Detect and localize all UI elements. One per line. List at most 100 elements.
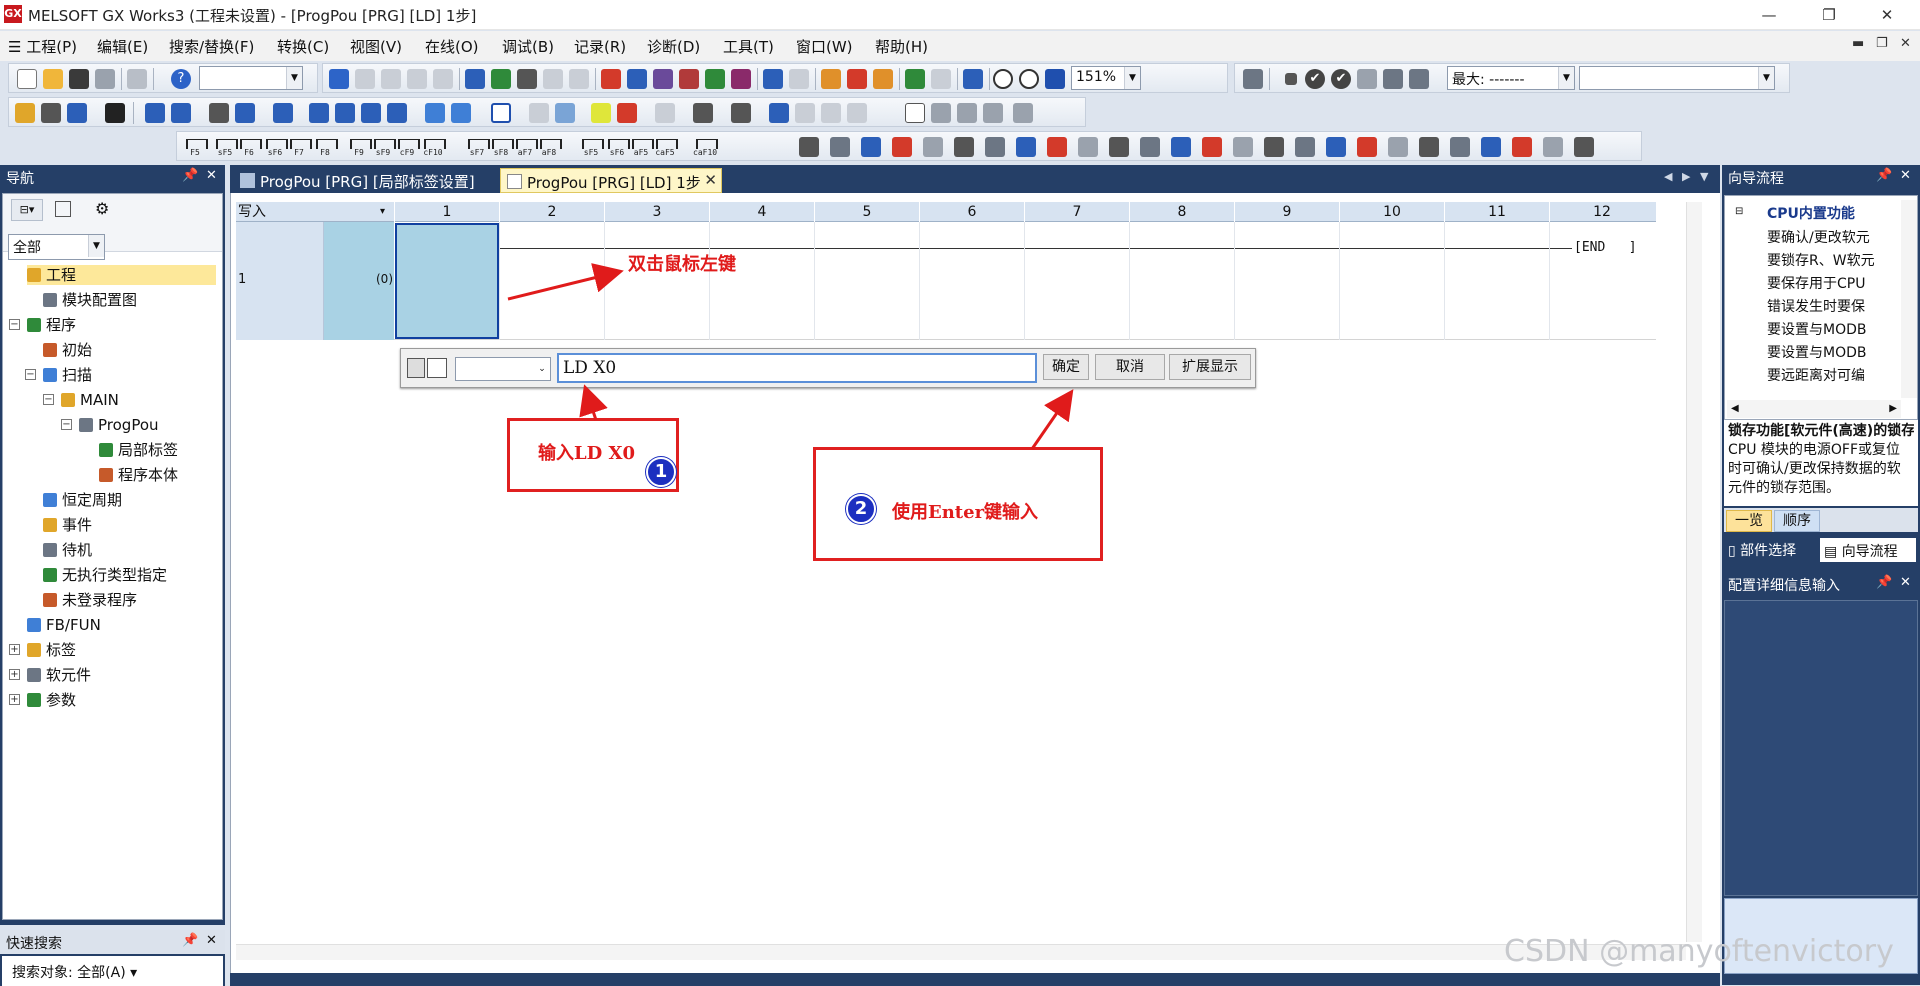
- tree-item[interactable]: 初始: [43, 340, 92, 360]
- menu-convert[interactable]: 转换(C): [277, 36, 329, 57]
- tab-list-icon[interactable]: ▼: [1700, 170, 1708, 183]
- menu-search[interactable]: 搜索/替换(F): [169, 36, 254, 57]
- tree-item[interactable]: 未登录程序: [43, 590, 137, 610]
- ladder-tool-icon[interactable]: [861, 137, 881, 157]
- tree-item[interactable]: MAIN: [61, 390, 119, 410]
- ladder-tool-icon[interactable]: [1016, 137, 1036, 157]
- close-icon[interactable]: ✕: [1900, 168, 1911, 183]
- tree-item[interactable]: 局部标签: [99, 440, 178, 460]
- dev-init-icon[interactable]: [335, 103, 355, 123]
- guide-item-link[interactable]: 要锁存R、W软元: [1767, 250, 1887, 270]
- instruction-help-icon[interactable]: [407, 358, 425, 378]
- tree-expander-icon[interactable]: −: [43, 394, 54, 405]
- ladder-symbol-sf6-button[interactable]: sF6: [263, 135, 288, 159]
- dev-memory-icon[interactable]: [309, 103, 329, 123]
- search-target-dropdown[interactable]: 搜索对象: 全部(A) ▾: [2, 956, 223, 986]
- save-as-icon[interactable]: [41, 103, 61, 123]
- guide-hscroll[interactable]: ◀ ▶: [1727, 400, 1901, 418]
- function-list-icon[interactable]: [491, 103, 511, 123]
- mdi-restore-icon[interactable]: ❐: [1876, 36, 1888, 51]
- menu-window[interactable]: 窗口(W): [796, 36, 853, 57]
- nav-filter-select[interactable]: 全部 ▼: [8, 234, 105, 260]
- dev-icon[interactable]: [763, 69, 783, 89]
- pin-icon[interactable]: 📌: [1876, 575, 1892, 590]
- pin-icon[interactable]: 📌: [182, 933, 198, 948]
- guide-item-link[interactable]: 要保存用于CPU: [1767, 273, 1887, 293]
- ladder-symbol-sf6-button[interactable]: sF6: [605, 135, 630, 159]
- mdi-close-icon[interactable]: ✕: [1900, 36, 1911, 51]
- ladder-tool-icon[interactable]: [1295, 137, 1315, 157]
- toolbar-combo[interactable]: ▼: [199, 66, 303, 90]
- menu-help[interactable]: 帮助(H): [875, 36, 928, 57]
- watch-icon[interactable]: [731, 69, 751, 89]
- cpu-icon[interactable]: [105, 103, 125, 123]
- blank-combo[interactable]: ▼: [1579, 66, 1775, 90]
- tab-list[interactable]: 一览: [1726, 510, 1772, 532]
- ladder-symbol-sf5-button[interactable]: sF5: [579, 135, 604, 159]
- ladder-symbol-af7-button[interactable]: aF7: [513, 135, 538, 159]
- ladder-symbol-sf8-button[interactable]: sF8: [489, 135, 514, 159]
- ladder-symbol-f9-button[interactable]: F9: [347, 135, 372, 159]
- instruction-input[interactable]: LD X0: [557, 353, 1037, 383]
- print-disabled3-icon[interactable]: [847, 103, 867, 123]
- close-icon[interactable]: ✕: [206, 933, 217, 948]
- tree-item[interactable]: 扫描: [43, 365, 92, 385]
- label-icon[interactable]: [145, 103, 165, 123]
- tree-item[interactable]: 工程: [27, 265, 216, 285]
- eye-icon[interactable]: [693, 103, 713, 123]
- redo-icon[interactable]: [433, 69, 453, 89]
- find-next-icon[interactable]: [543, 69, 563, 89]
- menu-record[interactable]: 记录(R): [574, 36, 626, 57]
- tab-scroll-right-icon[interactable]: ▶: [1682, 170, 1690, 183]
- minimize-button[interactable]: —: [1746, 2, 1792, 28]
- ladder-symbol-f6-button[interactable]: F6: [237, 135, 262, 159]
- cancel-button[interactable]: 取消: [1095, 354, 1165, 380]
- ladder-tool-icon[interactable]: [923, 137, 943, 157]
- tree-expander-icon[interactable]: −: [61, 419, 72, 430]
- collapse-icon[interactable]: ⊟: [1735, 206, 1743, 217]
- ladder-tool-icon[interactable]: [1202, 137, 1222, 157]
- expand-display-button[interactable]: 扩展显示: [1169, 354, 1251, 380]
- replace-icon[interactable]: [569, 69, 589, 89]
- ladder-symbol-sf7-button[interactable]: sF7: [465, 135, 490, 159]
- guide-item-link[interactable]: 要确认/更改软元: [1767, 227, 1887, 247]
- label-table-icon[interactable]: [171, 103, 191, 123]
- tree-item[interactable]: FB/FUN: [27, 615, 101, 635]
- tree-item[interactable]: ProgPou: [79, 415, 159, 435]
- ladder-tool-icon[interactable]: [1264, 137, 1284, 157]
- layout3-icon[interactable]: [957, 103, 977, 123]
- ladder-symbol-af8-button[interactable]: aF8: [537, 135, 562, 159]
- horizontal-scrollbar[interactable]: [236, 944, 1686, 960]
- tree-item[interactable]: 程序本体: [99, 465, 178, 485]
- mdi-minimize-icon[interactable]: ▬: [1852, 36, 1864, 51]
- copy-icon[interactable]: [355, 69, 375, 89]
- tree-item[interactable]: 恒定周期: [43, 490, 122, 510]
- ok-button[interactable]: 确定: [1043, 354, 1089, 380]
- check-all-icon[interactable]: ✔: [1331, 69, 1351, 89]
- tree-item[interactable]: 事件: [43, 515, 92, 535]
- vertical-scrollbar[interactable]: [1686, 202, 1702, 942]
- ladder-symbol-f7-button[interactable]: F7: [287, 135, 312, 159]
- menu-edit[interactable]: 编辑(E): [97, 36, 148, 57]
- tab-parts-select[interactable]: ▯ 部件选择: [1728, 540, 1796, 560]
- tab-order[interactable]: 顺序: [1774, 510, 1820, 532]
- tree-expander-icon[interactable]: −: [9, 319, 20, 330]
- help-icon[interactable]: ?: [171, 69, 191, 89]
- guide-item-link[interactable]: 要设置与MODB: [1767, 319, 1887, 339]
- sampling-icon[interactable]: [1357, 69, 1377, 89]
- tool-disabled-icon[interactable]: [655, 103, 675, 123]
- find-window-icon[interactable]: [769, 103, 789, 123]
- monitor-start-icon[interactable]: [905, 69, 925, 89]
- comment-icon[interactable]: [427, 358, 447, 378]
- project-tree-icon[interactable]: [15, 103, 35, 123]
- ladder-symbol-af5-button[interactable]: aF5: [629, 135, 654, 159]
- close-icon[interactable]: ✕: [206, 168, 217, 183]
- menu-online[interactable]: 在线(O): [425, 36, 479, 57]
- tree-item[interactable]: 程序: [27, 315, 76, 335]
- tree-item[interactable]: 无执行类型指定: [43, 565, 167, 585]
- unit-icon[interactable]: [67, 103, 87, 123]
- tree-expander-icon[interactable]: +: [9, 644, 20, 655]
- layout-icon[interactable]: [905, 103, 925, 123]
- tree-item[interactable]: 参数: [27, 690, 76, 710]
- tree-item[interactable]: 待机: [43, 540, 92, 560]
